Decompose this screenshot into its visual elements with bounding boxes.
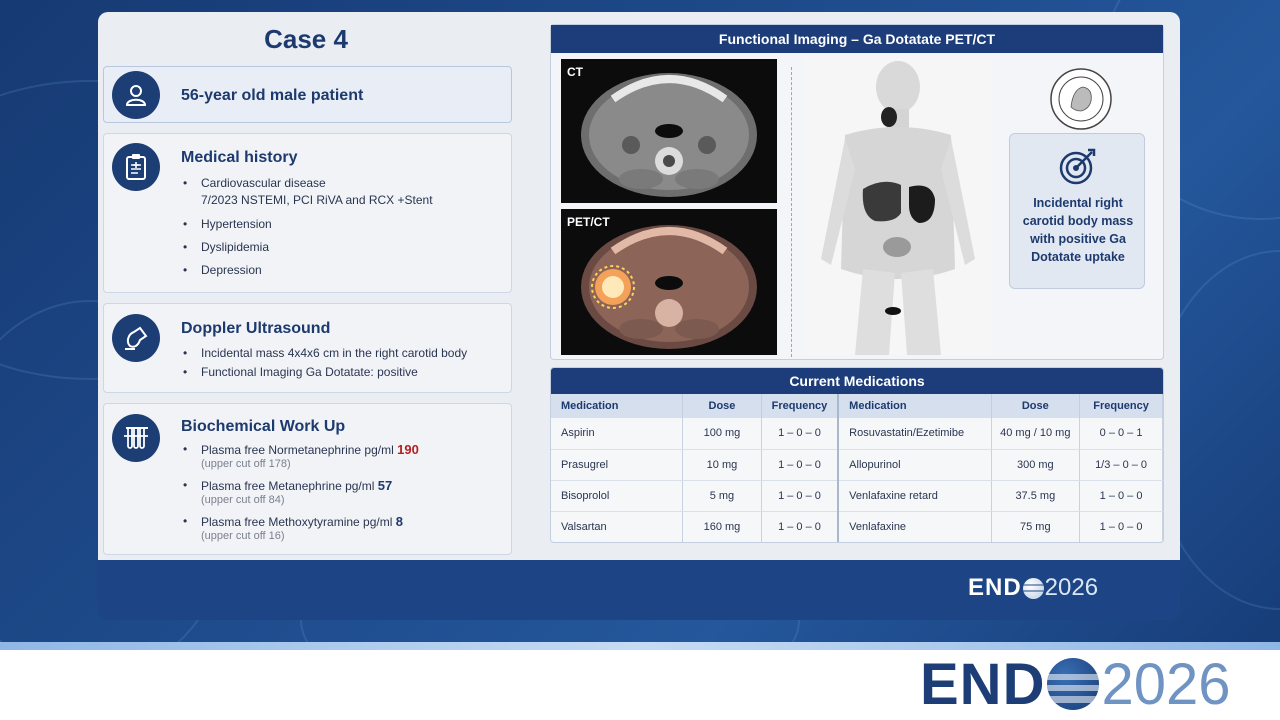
table-cell: 1 – 0 – 0 xyxy=(1079,511,1163,542)
table-header-row: Medication Dose Frequency Medication Dos… xyxy=(551,394,1163,418)
biochem-list: Plasma free Normetanephrine pg/ml 190(up… xyxy=(181,442,506,543)
finding-text: Incidental right carotid body mass with … xyxy=(1022,196,1134,264)
pet-mip-image xyxy=(805,59,991,355)
table-cell: 1 – 0 – 0 xyxy=(761,418,840,450)
case-title: Case 4 xyxy=(264,24,348,54)
table-cell: 1 – 0 – 0 xyxy=(761,449,840,481)
table-row: Aspirin 100 mg 1 – 0 – 0 Rosuvastatin/Ez… xyxy=(551,418,1163,450)
table-cell: 1 – 0 – 0 xyxy=(1079,480,1163,512)
medical-history-card: Medical history Cardiovascular disease7/… xyxy=(103,133,512,293)
metanephrine-value: 57 xyxy=(377,478,393,493)
table-cell: 160 mg xyxy=(682,511,762,542)
ct-image: CT xyxy=(561,59,777,203)
endo-2026-logo: END 2026 xyxy=(920,651,1231,717)
table-row: Bisoprolol 5 mg 1 – 0 – 0 Venlafaxine re… xyxy=(551,480,1163,512)
logo-word: END xyxy=(968,574,1022,601)
list-item: Plasma free Normetanephrine pg/ml 190(up… xyxy=(181,442,506,471)
table-cell: 75 mg xyxy=(991,511,1081,542)
table-cell: 100 mg xyxy=(682,418,762,450)
table-row: Prasugrel 10 mg 1 – 0 – 0 Allopurinol 30… xyxy=(551,449,1163,481)
column-header: Dose xyxy=(991,394,1081,418)
table-cell: 10 mg xyxy=(682,449,762,481)
list-item: Cardiovascular disease7/2023 NSTEMI, PCI… xyxy=(181,176,506,209)
pet-ct-label: PET/CT xyxy=(567,215,610,229)
medical-history-title: Medical history xyxy=(181,149,298,166)
logo-year: 2026 xyxy=(1044,574,1099,601)
pet-ct-image: PET/CT xyxy=(561,209,777,355)
table-cell: 300 mg xyxy=(991,449,1081,481)
table-cell: Bisoprolol xyxy=(551,480,684,512)
finding-box: Incidental right carotid body mass with … xyxy=(1009,133,1145,289)
table-cell: Allopurinol xyxy=(838,449,992,481)
methoxytyramine-value: 8 xyxy=(395,514,403,529)
table-cell: Rosuvastatin/Ezetimibe xyxy=(838,418,992,450)
biochem-card: Biochemical Work Up Plasma free Normetan… xyxy=(103,403,512,555)
clipboard-icon xyxy=(112,143,160,191)
target-icon xyxy=(1058,146,1098,191)
list-item: Hypertension xyxy=(181,217,506,232)
medical-history-list: Cardiovascular disease7/2023 NSTEMI, PCI… xyxy=(181,176,506,278)
table-cell: Valsartan xyxy=(551,511,684,542)
imaging-panel: Functional Imaging – Ga Dotatate PET/CT … xyxy=(550,24,1164,360)
medications-table: Medication Dose Frequency Medication Dos… xyxy=(551,394,1163,542)
list-item: Plasma free Metanephrine pg/ml 57(upper … xyxy=(181,478,506,507)
table-cell: 1/3 – 0 – 0 xyxy=(1079,449,1163,481)
ultrasound-probe-icon xyxy=(112,314,160,362)
patient-text: 56-year old male patient xyxy=(181,87,364,104)
patient-card: 56-year old male patient xyxy=(103,66,512,123)
list-item: Plasma free Methoxytyramine pg/ml 8(uppe… xyxy=(181,514,506,543)
doppler-card: Doppler Ultrasound Incidental mass 4x4x6… xyxy=(103,303,512,393)
slide-endo-logo: END 2026 xyxy=(968,574,1098,602)
ct-label: CT xyxy=(567,65,583,79)
list-item: Incidental mass 4x4x6 cm in the right ca… xyxy=(181,346,506,361)
test-tubes-icon xyxy=(112,414,160,462)
globe-icon xyxy=(1047,658,1100,710)
logo-word: END xyxy=(920,651,1046,717)
table-cell: 37.5 mg xyxy=(991,480,1081,512)
table-cell: Aspirin xyxy=(551,418,684,450)
doppler-list: Incidental mass 4x4x6 cm in the right ca… xyxy=(181,346,506,380)
globe-icon xyxy=(1022,577,1044,599)
normetanephrine-value: 190 xyxy=(397,442,419,457)
table-cell: Venlafaxine retard xyxy=(838,480,992,512)
table-cell: 5 mg xyxy=(682,480,762,512)
column-header: Frequency xyxy=(761,394,840,418)
table-cell: 1 – 0 – 0 xyxy=(761,511,840,542)
column-header: Medication xyxy=(838,394,992,418)
list-item: Depression xyxy=(181,263,506,278)
table-cell: 40 mg / 10 mg xyxy=(991,418,1081,450)
imaging-title: Functional Imaging – Ga Dotatate PET/CT xyxy=(551,25,1163,53)
list-item: Functional Imaging Ga Dotatate: positive xyxy=(181,365,506,380)
table-cell: 0 – 0 – 1 xyxy=(1079,418,1163,450)
university-seal-logo xyxy=(1049,67,1113,131)
table-row: Valsartan 160 mg 1 – 0 – 0 Venlafaxine 7… xyxy=(551,511,1163,542)
table-cell: Venlafaxine xyxy=(838,511,992,542)
table-cell: 1 – 0 – 0 xyxy=(761,480,840,512)
divider xyxy=(791,67,792,357)
doppler-title: Doppler Ultrasound xyxy=(181,320,331,337)
column-header: Frequency xyxy=(1079,394,1163,418)
user-icon xyxy=(112,71,160,119)
column-header: Medication xyxy=(551,394,684,418)
logo-year: 2026 xyxy=(1101,651,1231,717)
footer-stripe xyxy=(0,642,1280,650)
biochem-title: Biochemical Work Up xyxy=(181,418,346,435)
table-cell: Prasugrel xyxy=(551,449,684,481)
list-item: Dyslipidemia xyxy=(181,240,506,255)
medications-title: Current Medications xyxy=(551,368,1163,394)
column-header: Dose xyxy=(682,394,762,418)
medications-panel: Current Medications Medication Dose Freq… xyxy=(550,367,1164,543)
